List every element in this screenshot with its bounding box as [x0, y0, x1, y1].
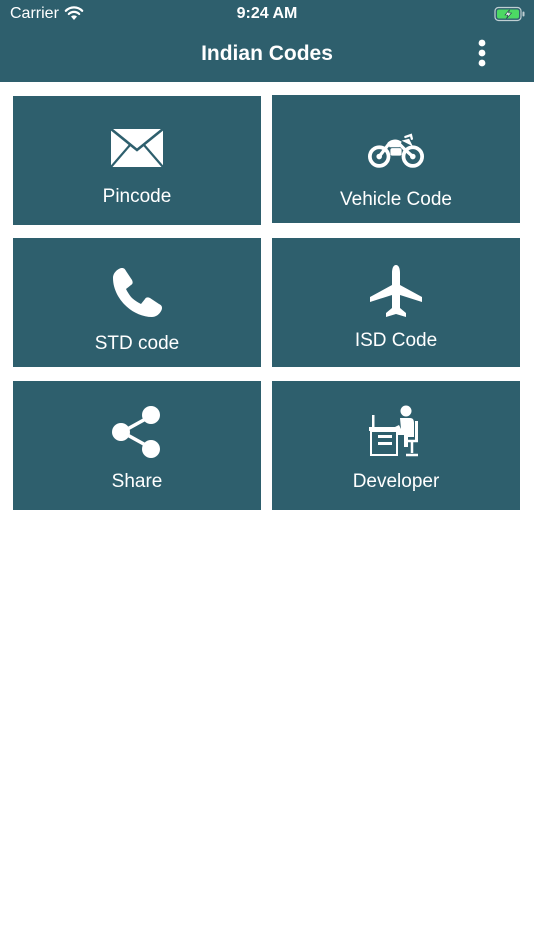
envelope-icon — [110, 128, 164, 168]
pincode-tile[interactable]: Pincode — [13, 96, 261, 225]
tile-label: STD code — [94, 333, 180, 354]
tile-label: Pincode — [102, 186, 172, 207]
app-header: Carrier 9:24 AM Indian Codes — [0, 0, 534, 82]
tile-label: Share — [111, 471, 163, 492]
battery-icon — [494, 6, 525, 22]
airplane-icon — [370, 265, 422, 317]
std-code-tile[interactable]: STD code — [13, 238, 261, 367]
phone-icon — [113, 268, 162, 317]
developer-icon — [369, 405, 418, 457]
isd-code-tile[interactable]: ISD Code — [272, 238, 520, 367]
share-icon — [112, 406, 160, 458]
app-screen: Carrier 9:24 AM Indian Codes Pincode Veh… — [0, 0, 534, 950]
tile-label: ISD Code — [354, 330, 438, 351]
share-tile[interactable]: Share — [13, 381, 261, 510]
more-vertical-icon[interactable] — [470, 38, 494, 70]
vehicle-code-tile[interactable]: Vehicle Code — [272, 95, 520, 223]
status-bar: Carrier 9:24 AM — [0, 0, 534, 28]
developer-tile[interactable]: Developer — [272, 381, 520, 510]
tile-label: Developer — [352, 471, 440, 492]
tile-label: Vehicle Code — [340, 189, 452, 210]
status-time: 9:24 AM — [236, 5, 298, 22]
page-title: Indian Codes — [201, 42, 333, 65]
motorcycle-icon — [368, 133, 424, 168]
